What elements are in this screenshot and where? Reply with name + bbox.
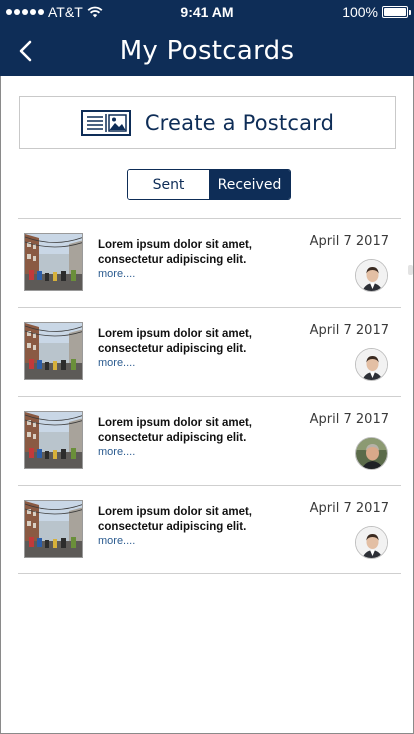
postcard-thumbnail[interactable] (24, 322, 83, 380)
battery-icon (382, 6, 411, 18)
list-item[interactable]: Lorem ipsum dolor sit amet, consectetur … (18, 485, 401, 574)
create-postcard-label: Create a Postcard (144, 110, 335, 135)
tab-received[interactable]: Received (209, 170, 290, 199)
page-title: My Postcards (119, 36, 295, 66)
postcard-date: April 7 2017 (309, 412, 389, 427)
avatar[interactable] (355, 526, 388, 559)
more-link[interactable]: more.... (98, 268, 135, 280)
sent-received-toggle: Sent Received (127, 169, 291, 200)
postcard-list: Lorem ipsum dolor sit amet, consectetur … (18, 218, 401, 574)
scroll-indicator[interactable] (408, 265, 413, 275)
postcard-icon (80, 109, 131, 136)
avatar[interactable] (355, 259, 388, 292)
postcard-message: Lorem ipsum dolor sit amet, consectetur … (98, 506, 252, 533)
avatar[interactable] (355, 437, 388, 470)
postcard-date: April 7 2017 (309, 234, 389, 249)
create-postcard-button[interactable]: Create a Postcard (19, 96, 396, 149)
postcard-thumbnail[interactable] (24, 411, 83, 469)
postcard-message: Lorem ipsum dolor sit amet, consectetur … (98, 417, 252, 444)
battery-percent: 100% (342, 4, 378, 20)
status-bar: AT&T 9:41 AM 100% (0, 0, 414, 24)
avatar[interactable] (355, 348, 388, 381)
postcard-date: April 7 2017 (309, 323, 389, 338)
status-right: 100% (342, 4, 411, 20)
postcard-message: Lorem ipsum dolor sit amet, consectetur … (98, 328, 252, 355)
tab-sent[interactable]: Sent (128, 170, 209, 199)
list-item[interactable]: Lorem ipsum dolor sit amet, consectetur … (18, 396, 401, 485)
list-item[interactable]: Lorem ipsum dolor sit amet, consectetur … (18, 218, 401, 307)
list-item[interactable]: Lorem ipsum dolor sit amet, consectetur … (18, 307, 401, 396)
battery-fill (384, 8, 406, 16)
more-link[interactable]: more.... (98, 446, 135, 458)
postcard-message: Lorem ipsum dolor sit amet, consectetur … (98, 239, 252, 266)
nav-bar: My Postcards (0, 28, 414, 74)
postcard-date: April 7 2017 (309, 501, 389, 516)
postcard-thumbnail[interactable] (24, 500, 83, 558)
top-bar: AT&T 9:41 AM 100% My Postcards (0, 0, 414, 76)
more-link[interactable]: more.... (98, 535, 135, 547)
postcard-thumbnail[interactable] (24, 233, 83, 291)
more-link[interactable]: more.... (98, 357, 135, 369)
